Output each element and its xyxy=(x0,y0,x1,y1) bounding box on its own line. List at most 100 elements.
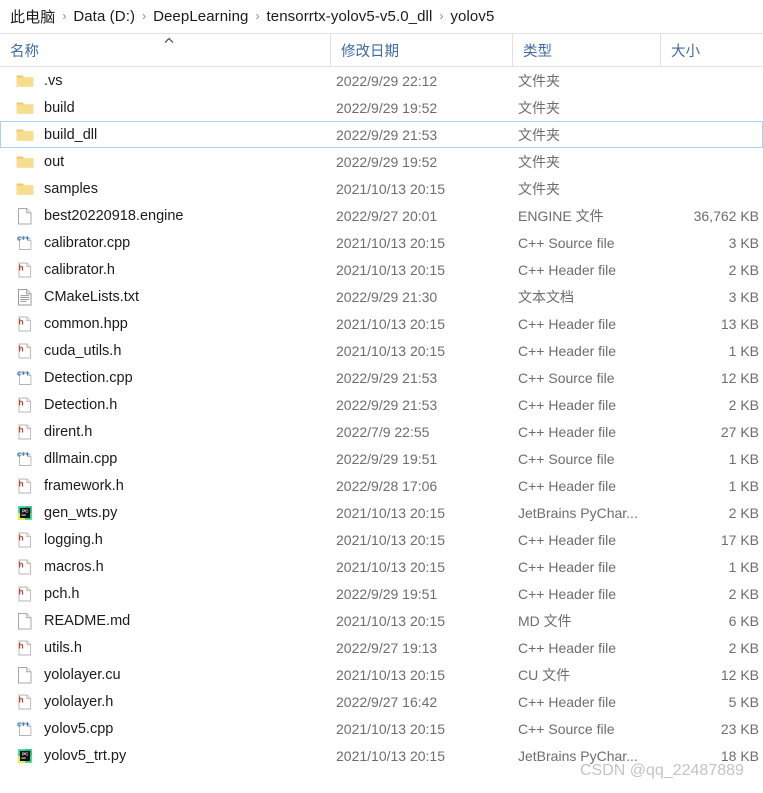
file-size-cell: 2 KB xyxy=(728,396,759,413)
file-date-cell: 2021/10/13 20:15 xyxy=(336,504,445,521)
file-row[interactable]: samples 2021/10/13 20:15 文件夹 xyxy=(0,175,763,202)
file-name-cell[interactable]: CMakeLists.txt xyxy=(1,287,331,307)
file-name-cell[interactable]: samples xyxy=(1,179,331,199)
file-name-cell[interactable]: README.md xyxy=(1,611,331,631)
file-row[interactable]: yololayer.cu 2021/10/13 20:15 CU 文件 12 KB xyxy=(0,661,763,688)
breadcrumb-separator-icon: › xyxy=(142,8,147,23)
file-row[interactable]: h common.hpp 2021/10/13 20:15 C++ Header fi… xyxy=(0,310,763,337)
file-name-cell[interactable]: h pch.h xyxy=(1,584,331,604)
file-date-cell: 2022/7/9 22:55 xyxy=(336,423,430,440)
file-list[interactable]: .vs 2022/9/29 22:12 文件夹 build 2022/9/29 19:5… xyxy=(0,67,763,769)
file-row[interactable]: h cuda_utils.h 2021/10/13 20:15 C++ Header … xyxy=(0,337,763,364)
file-date-cell: 2022/9/29 21:53 xyxy=(336,396,438,413)
file-name-cell[interactable]: build xyxy=(1,98,331,118)
file-row[interactable]: h pch.h 2022/9/29 19:51 C++ Header file 2 KB xyxy=(0,580,763,607)
file-type-cell: C++ Header file xyxy=(518,693,617,710)
file-row[interactable]: h framework.h 2022/9/28 17:06 C++ Header fi… xyxy=(0,472,763,499)
file-name-cell[interactable]: h framework.h xyxy=(1,476,331,496)
file-row[interactable]: .vs 2022/9/29 22:12 文件夹 xyxy=(0,67,763,94)
file-type-cell: C++ Header file xyxy=(518,315,617,332)
file-name-cell[interactable]: h calibrator.h xyxy=(1,260,331,280)
file-name-cell[interactable]: c++ Detection.cpp xyxy=(1,368,331,388)
file-size-cell: 17 KB xyxy=(720,531,759,548)
file-name-cell[interactable]: h dirent.h xyxy=(1,422,331,442)
file-type-cell: C++ Header file xyxy=(518,261,617,278)
column-header-size[interactable]: 大小 xyxy=(660,34,763,66)
file-type-cell: 文件夹 xyxy=(518,180,560,197)
file-name-cell[interactable]: h yololayer.h xyxy=(1,692,331,712)
file-row[interactable]: c++ dllmain.cpp 2022/9/29 19:51 C++ Source … xyxy=(0,445,763,472)
file-date-cell: 2021/10/13 20:15 xyxy=(336,315,445,332)
file-name-cell[interactable]: build_dll xyxy=(1,125,331,145)
file-row[interactable]: h yololayer.h 2022/9/27 16:42 C++ Header fi… xyxy=(0,688,763,715)
breadcrumb[interactable]: 此电脑 › Data (D:) › DeepLearning › tensorrtx-yol… xyxy=(0,0,763,33)
svg-text:c++: c++ xyxy=(17,719,30,728)
file-row[interactable]: h macros.h 2021/10/13 20:15 C++ Header file… xyxy=(0,553,763,580)
breadcrumb-item[interactable]: tensorrtx-yolov5-v5.0_dll xyxy=(267,8,433,25)
file-size-cell: 27 KB xyxy=(720,423,759,440)
file-name-cell[interactable]: yololayer.cu xyxy=(1,665,331,685)
breadcrumb-item[interactable]: yolov5 xyxy=(450,8,494,25)
file-type-cell: C++ Header file xyxy=(518,558,617,575)
file-name-cell[interactable]: c++ dllmain.cpp xyxy=(1,449,331,469)
file-name-label: .vs xyxy=(44,72,63,89)
file-name-cell[interactable]: out xyxy=(1,152,331,172)
breadcrumb-separator-icon: › xyxy=(439,8,444,23)
blank-file-icon xyxy=(15,206,35,226)
file-date-cell: 2022/9/29 22:12 xyxy=(336,72,438,89)
file-date-cell: 2022/9/28 17:06 xyxy=(336,477,438,494)
file-name-cell[interactable]: h macros.h xyxy=(1,557,331,577)
file-name-cell[interactable]: h common.hpp xyxy=(1,314,331,334)
file-date-cell: 2022/9/29 21:53 xyxy=(336,369,438,386)
cpp-file-icon: c++ xyxy=(15,368,35,388)
column-header-size-label: 大小 xyxy=(671,43,700,60)
file-name-cell[interactable]: PC gen_wts.py xyxy=(1,503,331,523)
header-file-icon: h xyxy=(15,692,35,712)
breadcrumb-item[interactable]: Data (D:) xyxy=(73,8,135,25)
file-name-cell[interactable]: PC yolov5_trt.py xyxy=(1,746,331,766)
file-row[interactable]: CMakeLists.txt 2022/9/29 21:30 文本文档 3 KB xyxy=(0,283,763,310)
file-name-cell[interactable]: h utils.h xyxy=(1,638,331,658)
file-size-cell: 18 KB xyxy=(720,747,759,764)
file-row[interactable]: c++ Detection.cpp 2022/9/29 21:53 C++ Sourc… xyxy=(0,364,763,391)
file-name-cell[interactable]: c++ calibrator.cpp xyxy=(1,233,331,253)
breadcrumb-item[interactable]: DeepLearning xyxy=(153,8,248,25)
file-name-cell[interactable]: c++ yolov5.cpp xyxy=(1,719,331,739)
file-name-cell[interactable]: h logging.h xyxy=(1,530,331,550)
file-row[interactable]: build_dll 2022/9/29 21:53 文件夹 xyxy=(0,121,763,148)
file-row[interactable]: c++ calibrator.cpp 2021/10/13 20:15 C++ Sou… xyxy=(0,229,763,256)
file-size-cell: 2 KB xyxy=(728,639,759,656)
file-name-cell[interactable]: best20220918.engine xyxy=(1,206,331,226)
file-name-cell[interactable]: .vs xyxy=(1,71,331,91)
file-row[interactable]: build 2022/9/29 19:52 文件夹 xyxy=(0,94,763,121)
file-row[interactable]: h calibrator.h 2021/10/13 20:15 C++ Header … xyxy=(0,256,763,283)
file-date-cell: 2021/10/13 20:15 xyxy=(336,747,445,764)
file-row[interactable]: h logging.h 2021/10/13 20:15 C++ Header fil… xyxy=(0,526,763,553)
file-row[interactable]: best20220918.engine 2022/9/27 20:01 ENGINE… xyxy=(0,202,763,229)
header-file-icon: h xyxy=(15,422,35,442)
file-row[interactable]: h utils.h 2022/9/27 19:13 C++ Header file 2 … xyxy=(0,634,763,661)
svg-text:c++: c++ xyxy=(17,449,30,458)
file-row[interactable]: PC gen_wts.py 2021/10/13 20:15 JetBrains Py… xyxy=(0,499,763,526)
breadcrumb-item[interactable]: 此电脑 xyxy=(10,6,55,27)
file-type-cell: C++ Header file xyxy=(518,639,617,656)
file-row[interactable]: c++ yolov5.cpp 2021/10/13 20:15 C++ Source … xyxy=(0,715,763,742)
file-type-cell: C++ Header file xyxy=(518,396,617,413)
file-row[interactable]: README.md 2021/10/13 20:15 MD 文件 6 KB xyxy=(0,607,763,634)
file-date-cell: 2022/9/29 19:51 xyxy=(336,585,438,602)
file-name-label: README.md xyxy=(44,612,131,629)
column-header-type[interactable]: 类型 xyxy=(512,34,660,66)
file-name-cell[interactable]: h Detection.h xyxy=(1,395,331,415)
file-row[interactable]: PC yolov5_trt.py 2021/10/13 20:15 JetBrains… xyxy=(0,742,763,769)
folder-icon xyxy=(15,71,35,91)
svg-text:h: h xyxy=(18,316,23,326)
column-header-date[interactable]: 修改日期 xyxy=(330,34,512,66)
file-size-cell: 2 KB xyxy=(728,585,759,602)
file-name-label: dirent.h xyxy=(44,423,93,440)
file-row[interactable]: out 2022/9/29 19:52 文件夹 xyxy=(0,148,763,175)
file-type-cell: 文本文档 xyxy=(518,288,574,305)
file-name-label: cuda_utils.h xyxy=(44,342,122,359)
file-name-cell[interactable]: h cuda_utils.h xyxy=(1,341,331,361)
file-row[interactable]: h dirent.h 2022/7/9 22:55 C++ Header file 27… xyxy=(0,418,763,445)
file-row[interactable]: h Detection.h 2022/9/29 21:53 C++ Header fi… xyxy=(0,391,763,418)
